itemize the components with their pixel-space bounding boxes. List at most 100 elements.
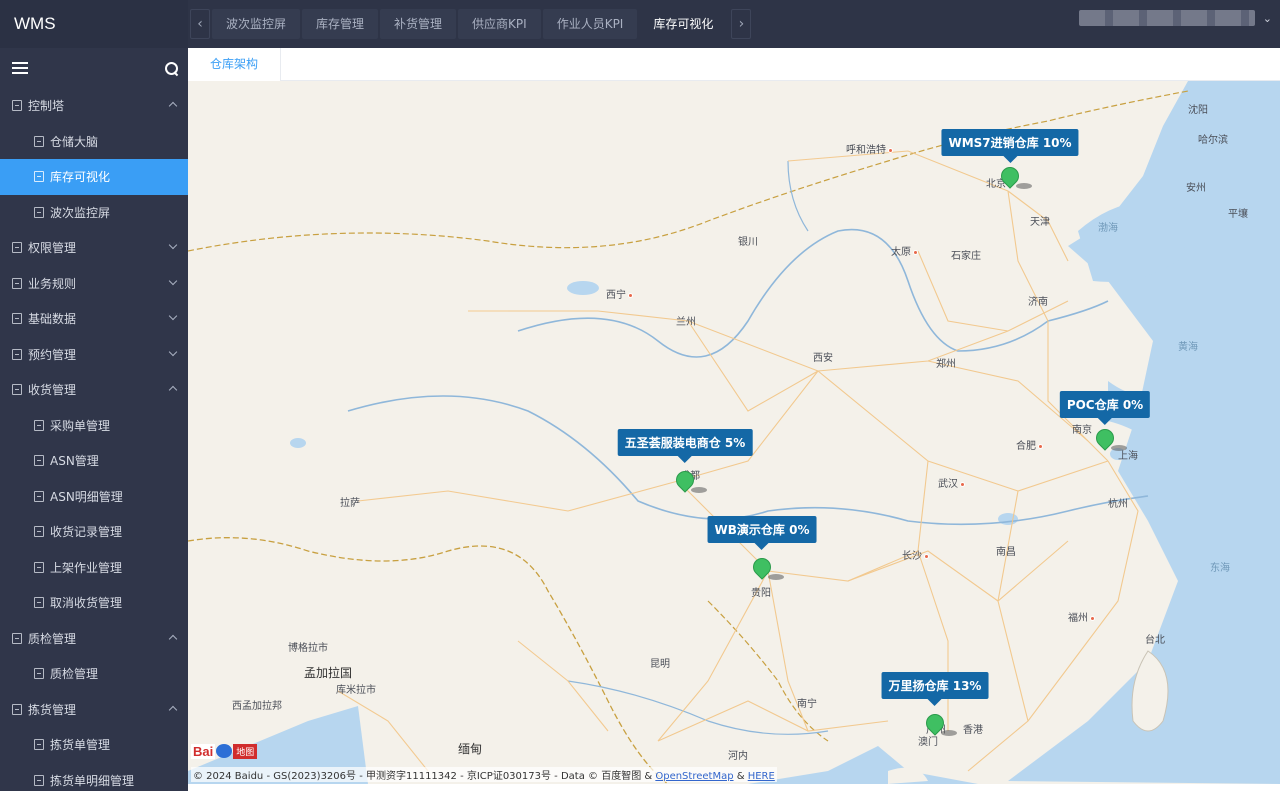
tab-inventory-visualization[interactable]: 库存可视化 — [639, 9, 728, 39]
page-icon — [34, 135, 44, 147]
sidebar-item-quality[interactable]: 质检管理 — [0, 656, 188, 692]
sidebar-item-quality-group[interactable]: 质检管理 — [0, 621, 188, 657]
page-icon — [12, 384, 22, 396]
chevron-down-icon — [168, 240, 178, 250]
sidebar-item-warehouse-brain[interactable]: 仓储大脑 — [0, 124, 188, 160]
sidebar-item-inventory-visualization[interactable]: 库存可视化 — [0, 159, 188, 195]
warehouse-label: WMS7进销仓库 10% — [941, 129, 1079, 163]
page-icon — [12, 632, 22, 644]
city-label: 拉萨 — [340, 498, 360, 509]
sea-label: 黄海 — [1178, 342, 1198, 353]
city-label: 台北 — [1145, 635, 1165, 646]
top-bar: WMS ‹ 波次监控屏 库存管理 补货管理 供应商KPI 作业人员KPI 库存可… — [0, 0, 1280, 48]
small-map-label: 安州 — [1186, 183, 1206, 194]
region-label: 孟加拉国 — [304, 666, 353, 680]
page-icon — [34, 490, 44, 502]
here-link[interactable]: HERE — [748, 771, 775, 782]
sea-label: 渤海 — [1098, 223, 1118, 234]
page-icon — [12, 242, 22, 254]
small-map-label: 库米拉市 — [336, 685, 376, 696]
chevron-down-icon — [168, 347, 178, 356]
page-icon — [34, 455, 44, 467]
pin-shadow — [1111, 445, 1127, 451]
tab-replenishment[interactable]: 补货管理 — [380, 9, 457, 39]
sidebar: 控制塔 仓储大脑 库存可视化 波次监控屏 权限管理 业务规则 基础数据 预约管理… — [0, 48, 188, 791]
tab-supplier-kpi[interactable]: 供应商KPI — [458, 9, 541, 39]
chevron-up-icon — [168, 101, 178, 111]
small-map-label: 博格拉市 — [288, 643, 328, 654]
page-icon — [34, 171, 44, 183]
city-label: 西安 — [813, 353, 833, 364]
sidebar-item-receiving-records[interactable]: 收货记录管理 — [0, 514, 188, 550]
sidebar-item-pick-lists[interactable]: 拣货单管理 — [0, 727, 188, 763]
sidebar-item-putaway[interactable]: 上架作业管理 — [0, 550, 188, 586]
menu-toggle-icon[interactable] — [12, 62, 28, 74]
page-icon — [34, 206, 44, 218]
chevron-up-icon — [168, 705, 178, 714]
sidebar-item-permissions[interactable]: 权限管理 — [0, 230, 188, 266]
city-label: 长沙 — [902, 547, 929, 562]
tab-operator-kpi[interactable]: 作业人员KPI — [542, 9, 638, 39]
osm-link[interactable]: OpenStreetMap — [655, 771, 733, 782]
user-menu[interactable]: ⌄ — [1078, 10, 1272, 26]
small-map-label: 哈尔滨 — [1198, 135, 1228, 146]
chevron-down-icon — [168, 276, 178, 285]
sub-tab-bar: 仓库架构 — [188, 48, 1280, 81]
region-label: 缅甸 — [458, 742, 483, 756]
top-tabs: ‹ 波次监控屏 库存管理 补货管理 供应商KPI 作业人员KPI 库存可视化 › — [188, 0, 753, 48]
paw-icon — [216, 744, 233, 758]
sidebar-item-basic-data[interactable]: 基础数据 — [0, 301, 188, 337]
sidebar-item-appointments[interactable]: 预约管理 — [0, 337, 188, 373]
page-icon — [34, 526, 44, 538]
page-icon — [34, 561, 44, 573]
chevron-down-icon: ⌄ — [1262, 11, 1272, 25]
pin-shadow — [941, 730, 957, 736]
sidebar-item-asn[interactable]: ASN管理 — [0, 443, 188, 479]
page-icon — [12, 277, 22, 289]
sidebar-item-wave-monitor[interactable]: 波次监控屏 — [0, 195, 188, 231]
page-icon — [12, 100, 22, 112]
page-icon — [34, 739, 44, 751]
tab-inventory[interactable]: 库存管理 — [302, 9, 379, 39]
search-icon[interactable] — [165, 61, 178, 75]
warehouse-label: POC仓库 0% — [1059, 391, 1151, 425]
city-label: 南昌 — [996, 547, 1016, 558]
city-label: 河内 — [728, 751, 748, 762]
city-label: 郑州 — [936, 359, 956, 370]
city-label: 银川 — [738, 237, 758, 248]
sidebar-item-control-tower[interactable]: 控制塔 — [0, 88, 188, 124]
chevron-right-icon[interactable]: › — [731, 9, 752, 39]
chevron-up-icon — [168, 634, 178, 643]
sidebar-item-business-rules[interactable]: 业务规则 — [0, 266, 188, 302]
sidebar-item-cancel-receiving[interactable]: 取消收货管理 — [0, 585, 188, 621]
sidebar-item-picking-group[interactable]: 拣货管理 — [0, 692, 188, 728]
city-label: 武汉 — [938, 475, 965, 490]
page-icon — [34, 668, 44, 680]
sidebar-item-asn-details[interactable]: ASN明细管理 — [0, 479, 188, 515]
chevron-left-icon[interactable]: ‹ — [190, 9, 210, 39]
city-label: 贵阳 — [751, 588, 771, 599]
city-label: 石家庄 — [951, 251, 981, 262]
pin-shadow — [1016, 183, 1032, 189]
tab-warehouse-structure[interactable]: 仓库架构 — [188, 48, 282, 81]
sidebar-item-pick-list-details[interactable]: 拣货单明细管理 — [0, 763, 188, 791]
page-icon — [12, 348, 22, 360]
baidu-map-logo[interactable]: Bai 地图 — [191, 741, 258, 761]
tab-wave-monitor[interactable]: 波次监控屏 — [212, 9, 301, 39]
city-label: 福州 — [1068, 609, 1095, 624]
small-map-label: 平壤 — [1228, 209, 1248, 220]
city-label: 兰州 — [676, 317, 696, 328]
sidebar-item-purchase-orders[interactable]: 采购单管理 — [0, 408, 188, 444]
chevron-up-icon — [168, 385, 178, 395]
city-label: 香港 — [963, 725, 983, 736]
city-label: 南宁 — [797, 699, 817, 710]
chevron-down-icon — [168, 311, 178, 321]
city-label: 南京 — [1072, 425, 1092, 436]
map-canvas[interactable]: 呼和浩特 北京 天津 沈阳 银川 太原 石家庄 西宁 兰州 济南 西安 郑州 南… — [188, 81, 1280, 784]
small-map-label: 西孟加拉邦 — [232, 701, 282, 712]
city-label: 合肥 — [1016, 437, 1043, 452]
map-copyright: © 2024 Baidu - GS(2023)3206号 - 甲测资字11111… — [191, 767, 777, 782]
sidebar-item-receiving[interactable]: 收货管理 — [0, 372, 188, 408]
warehouse-label: 五圣荟服装电商仓 5% — [617, 429, 753, 463]
page-icon — [12, 703, 22, 715]
